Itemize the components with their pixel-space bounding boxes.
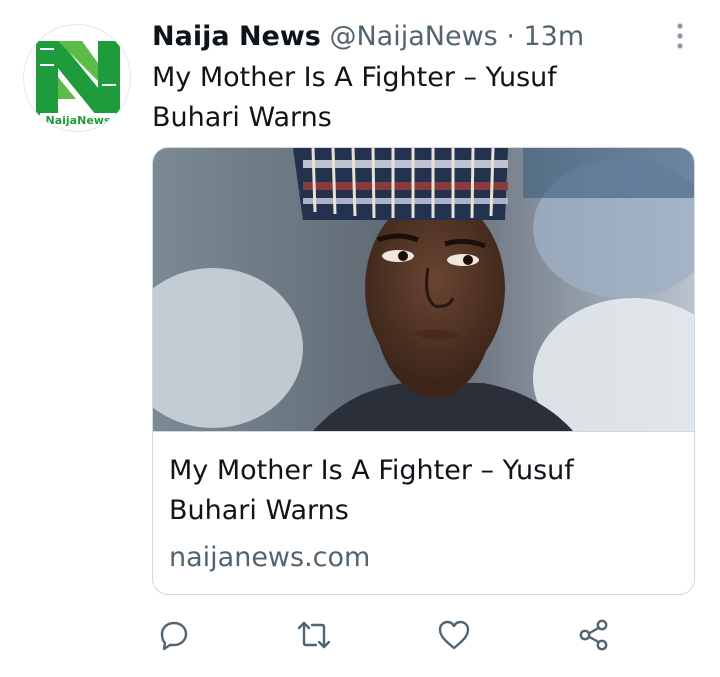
share-button[interactable]: [574, 615, 614, 655]
like-button[interactable]: [434, 615, 474, 655]
reply-button[interactable]: [154, 615, 194, 655]
card-title[interactable]: My Mother Is A Fighter – Yusuf Buhari Wa…: [169, 451, 669, 531]
author-name[interactable]: Naija News: [152, 21, 321, 52]
tweet-text: My Mother Is A Fighter – Yusuf Buhari Wa…: [152, 62, 557, 133]
avatar[interactable]: NaijaNews: [23, 24, 131, 132]
tweet[interactable]: NaijaNews Naija News @NaijaNews · 13m My…: [0, 0, 720, 677]
card-domain[interactable]: naijanews.com: [169, 538, 370, 578]
share-icon: [579, 619, 608, 651]
tweet-header: Naija News @NaijaNews · 13m: [152, 18, 660, 56]
naija-news-logo: NaijaNews: [36, 41, 120, 127]
meta-separator: ·: [506, 21, 515, 52]
card-image[interactable]: [153, 148, 694, 432]
reply-icon: [160, 621, 188, 651]
svg-text:NaijaNews: NaijaNews: [46, 114, 111, 127]
like-icon: [438, 620, 470, 650]
author-handle[interactable]: @NaijaNews: [329, 21, 497, 52]
retweet-button[interactable]: [294, 615, 334, 655]
more-options-button[interactable]: [668, 22, 692, 52]
link-card[interactable]: My Mother Is A Fighter – Yusuf Buhari Wa…: [152, 147, 695, 595]
retweet-icon: [297, 621, 331, 649]
portrait-photo: [153, 148, 694, 431]
tweet-time[interactable]: 13m: [524, 21, 585, 52]
tweet-actions: [152, 615, 632, 655]
more-vertical-icon: [677, 23, 683, 49]
